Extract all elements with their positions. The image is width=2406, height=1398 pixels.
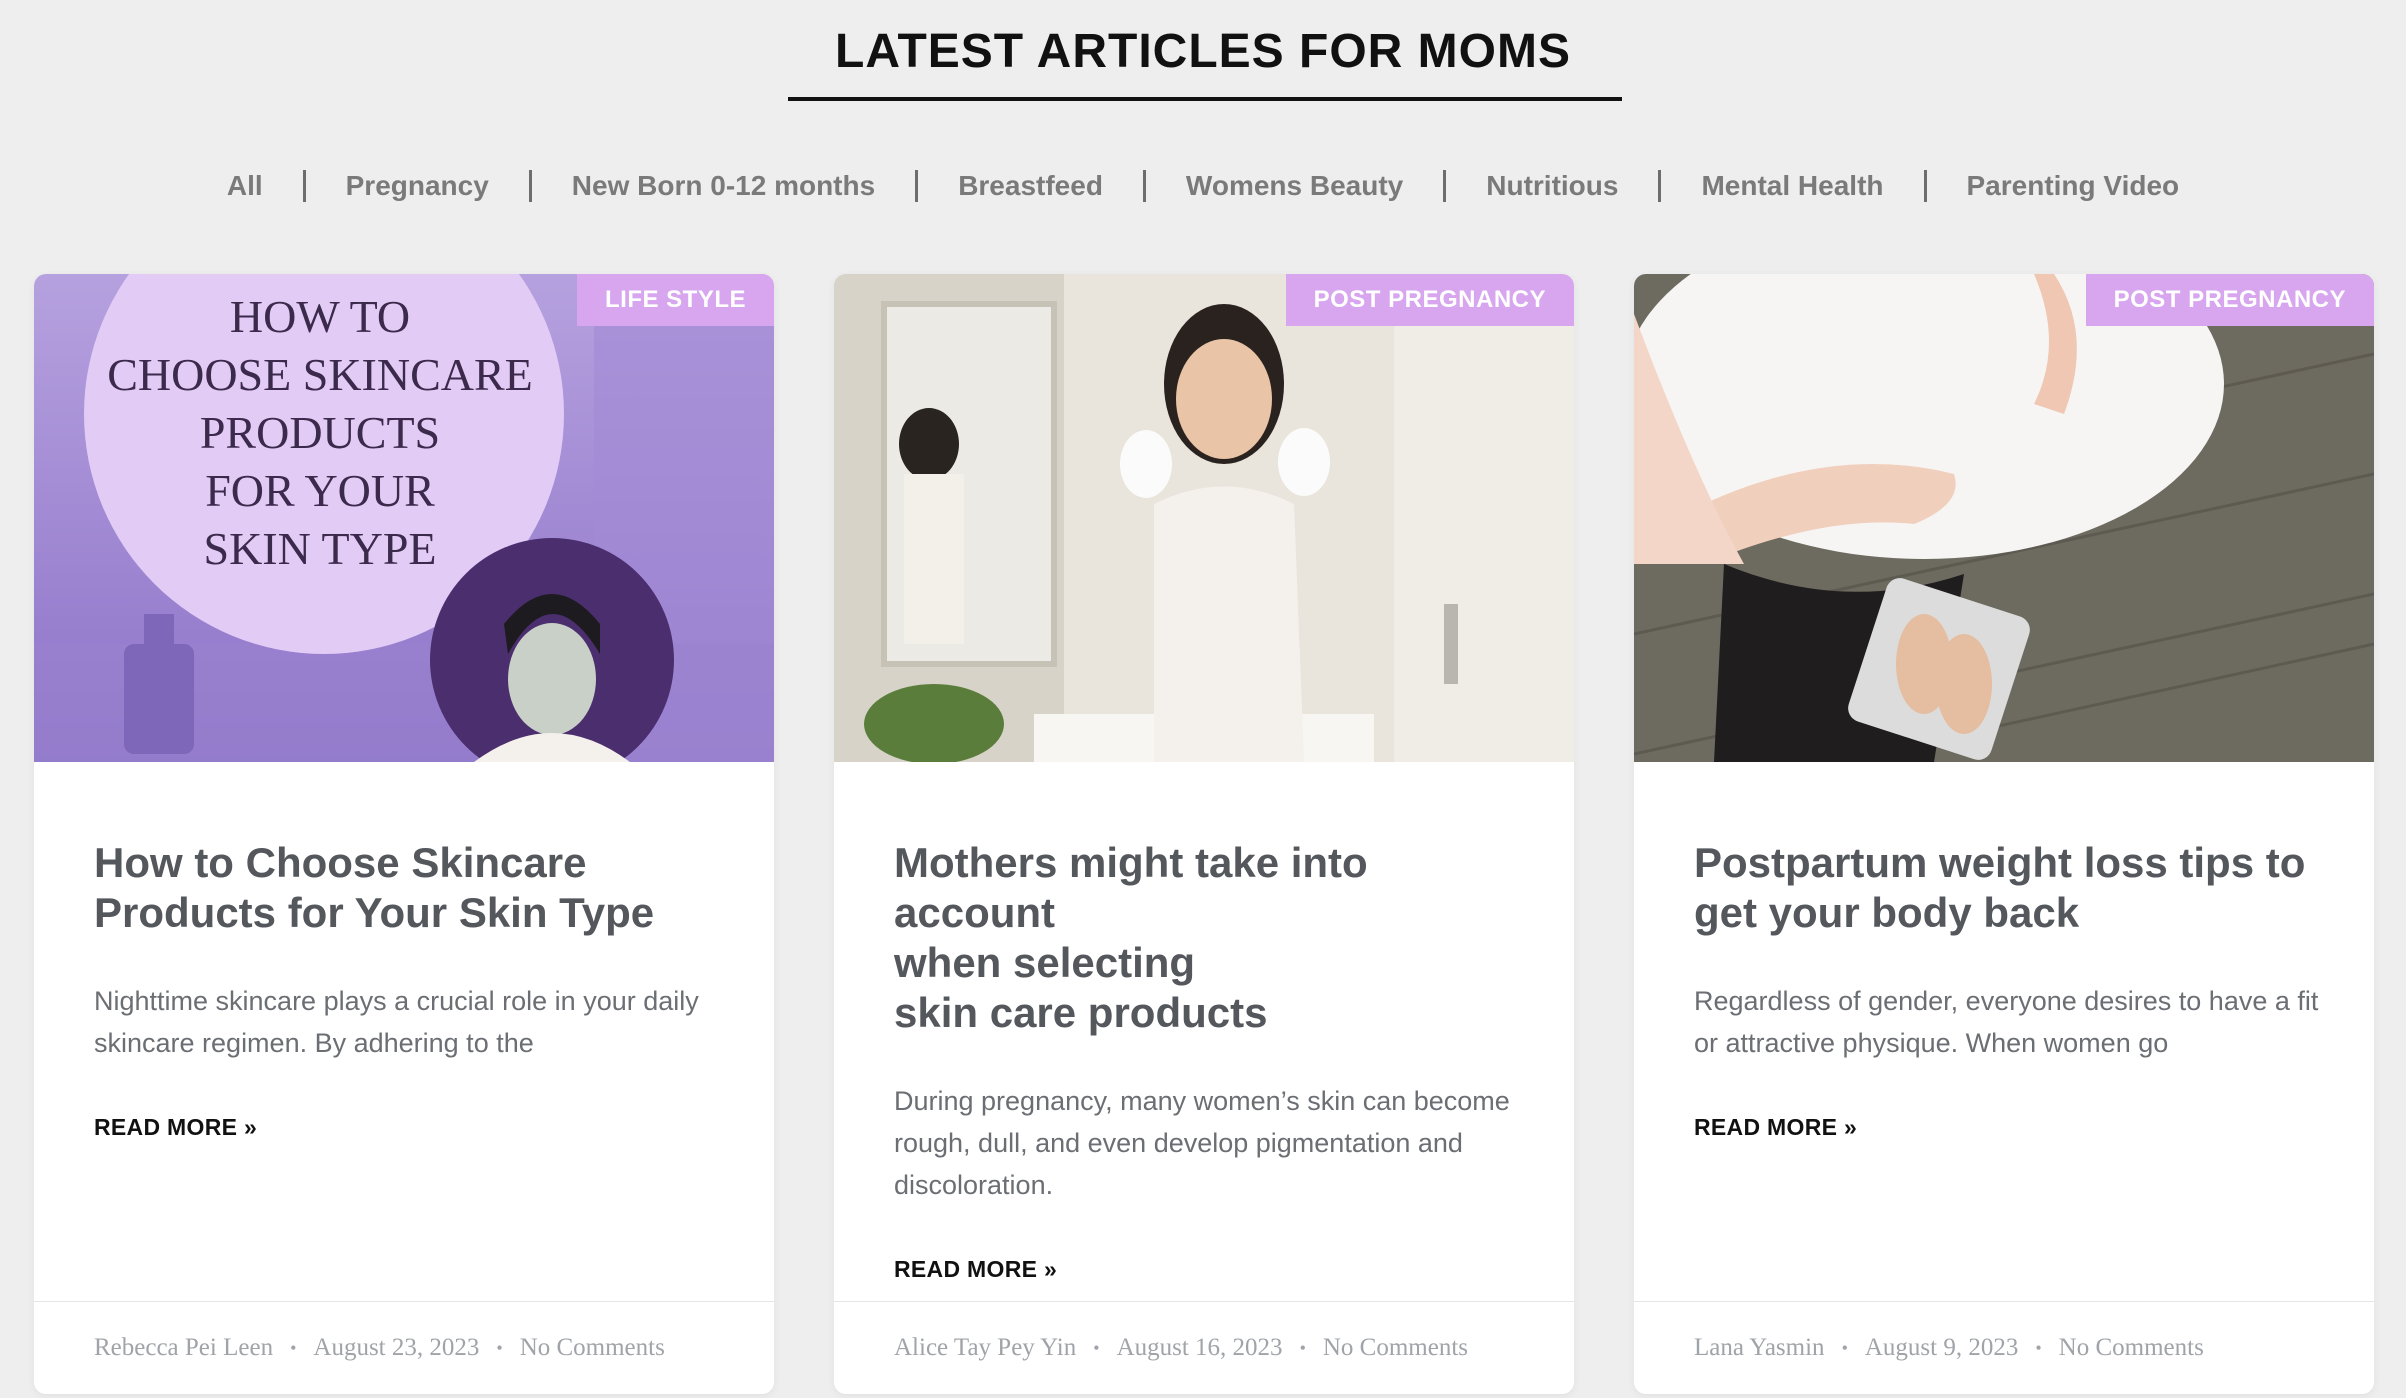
article-meta: Lana Yasmin • August 9, 2023 • No Commen… [1634, 1301, 2374, 1394]
scale-photo-image [1634, 274, 2374, 762]
filter-womens-beauty[interactable]: Womens Beauty [1146, 170, 1443, 202]
meta-separator: • [1299, 1337, 1306, 1358]
meta-separator: • [290, 1337, 297, 1358]
article-title[interactable]: Mothers might take into account when sel… [894, 838, 1524, 1038]
article-thumbnail[interactable]: POST PREGNANCY [1634, 274, 2374, 762]
filter-breastfeed[interactable]: Breastfeed [918, 170, 1143, 202]
filter-all[interactable]: All [187, 170, 303, 202]
article-excerpt: During pregnancy, many women’s skin can … [894, 1086, 1510, 1200]
comments-count[interactable]: No Comments [2059, 1334, 2204, 1362]
filter-parenting-video[interactable]: Parenting Video [1927, 170, 2220, 202]
post-date: August 16, 2023 [1116, 1334, 1283, 1361]
article-card: POST PREGNANCY Postpartum weight loss ti… [1634, 274, 2374, 1394]
bathroom-photo-image [834, 274, 1574, 762]
article-thumbnail[interactable]: HOW TO CHOOSE SKINCARE PRODUCTS FOR YOUR… [34, 274, 774, 762]
post-date: August 9, 2023 [1864, 1334, 2019, 1361]
thumb-text-line: SKIN TYPE [203, 523, 436, 574]
article-title-line: when selecting [894, 939, 1196, 986]
category-filter-bar: All Pregnancy New Born 0-12 months Breas… [0, 170, 2406, 202]
category-badge[interactable]: POST PREGNANCY [2085, 274, 2374, 326]
author-name[interactable]: Rebecca Pei Leen [94, 1334, 273, 1362]
read-more-link[interactable]: READ MORE » [94, 1114, 257, 1141]
article-title-line: get your body back [1694, 889, 2080, 936]
title-underline [788, 97, 1622, 101]
article-excerpt: Nighttime skincare plays a crucial role … [94, 986, 699, 1058]
thumb-text-line: PRODUCTS [200, 407, 440, 458]
article-title-line: Postpartum weight loss tips to [1694, 839, 2306, 886]
thumb-text-line: CHOOSE SKINCARE [107, 349, 533, 400]
article-title[interactable]: Postpartum weight loss tips to get your … [1694, 838, 2324, 938]
filter-pregnancy[interactable]: Pregnancy [306, 170, 529, 202]
filter-newborn[interactable]: New Born 0-12 months [532, 170, 915, 202]
article-thumbnail[interactable]: POST PREGNANCY [834, 274, 1574, 762]
skincare-graphic-image: HOW TO CHOOSE SKINCARE PRODUCTS FOR YOUR… [34, 274, 774, 762]
article-title-line: Products for Your Skin Type [94, 889, 655, 936]
article-title-line: skin care products [894, 989, 1268, 1036]
comments-count[interactable]: No Comments [520, 1334, 665, 1362]
article-excerpt: Regardless of gender, everyone desires t… [1694, 986, 2319, 1058]
article-meta: Alice Tay Pey Yin • August 16, 2023 • No… [834, 1301, 1574, 1394]
meta-separator: • [496, 1337, 503, 1358]
section-title: LATEST ARTICLES FOR MOMS [835, 25, 1571, 78]
read-more-link[interactable]: READ MORE » [1694, 1114, 1857, 1141]
meta-separator: • [2035, 1337, 2042, 1358]
author-name[interactable]: Alice Tay Pey Yin [894, 1334, 1076, 1362]
filter-mental-health[interactable]: Mental Health [1661, 170, 1923, 202]
article-card: POST PREGNANCY Mothers might take into a… [834, 274, 1574, 1394]
article-title[interactable]: How to Choose Skincare Products for Your… [94, 838, 724, 938]
meta-separator: • [1841, 1337, 1848, 1358]
article-meta: Rebecca Pei Leen • August 23, 2023 • No … [34, 1301, 774, 1394]
category-badge[interactable]: LIFE STYLE [576, 274, 774, 326]
article-card: HOW TO CHOOSE SKINCARE PRODUCTS FOR YOUR… [34, 274, 774, 1394]
article-title-line: Mothers might take into account [894, 839, 1368, 936]
comments-count[interactable]: No Comments [1323, 1334, 1468, 1362]
post-date: August 23, 2023 [313, 1334, 480, 1361]
read-more-link[interactable]: READ MORE » [894, 1256, 1057, 1283]
thumb-text-line: HOW TO [230, 291, 410, 342]
meta-separator: • [1093, 1337, 1100, 1358]
article-title-line: How to Choose Skincare [94, 839, 587, 886]
thumb-text-line: FOR YOUR [205, 465, 435, 516]
category-badge[interactable]: POST PREGNANCY [1285, 274, 1574, 326]
filter-nutritious[interactable]: Nutritious [1446, 170, 1658, 202]
author-name[interactable]: Lana Yasmin [1694, 1334, 1825, 1362]
